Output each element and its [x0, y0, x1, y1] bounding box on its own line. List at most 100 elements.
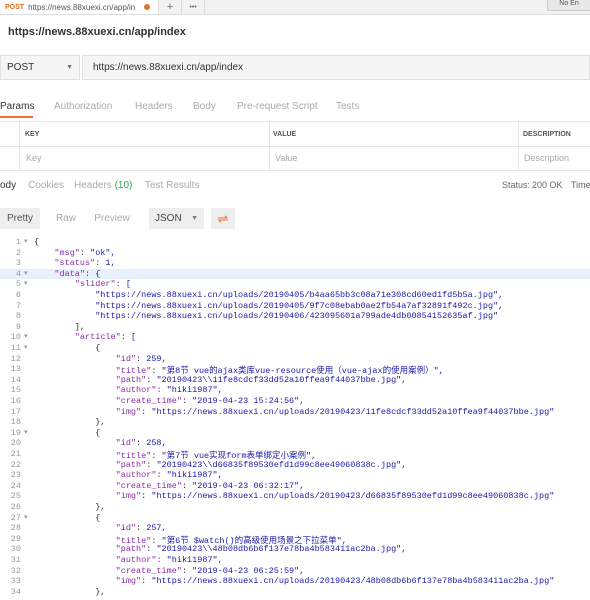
line-number: 13: [10, 364, 21, 375]
line-number: 10: [10, 332, 21, 343]
line-number: 4: [15, 268, 21, 279]
code-text: "https://news.88xuexi.cn/uploads/2019040…: [34, 300, 504, 311]
browser-tab-bar: POST https://news.88xuexi.cn/app/in + ••…: [0, 0, 590, 15]
code-line: 33 "img": "https://news.88xuexi.cn/uploa…: [0, 576, 590, 587]
line-number: 6: [15, 290, 21, 300]
tab-authorization[interactable]: Authorization: [54, 101, 112, 112]
line-number: 2: [15, 247, 21, 258]
value-header: VALUE: [273, 130, 297, 138]
code-text: "data": {: [54, 268, 101, 279]
code-line: 12 "id": 259,: [0, 354, 590, 365]
code-text: "create_time": "2019-04-23 15:24:56",: [115, 396, 305, 406]
line-number: 3: [15, 258, 21, 269]
fold-toggle-icon[interactable]: ▾: [24, 428, 32, 437]
code-line: 23 "author": "hiki1987",: [0, 470, 590, 481]
line-number: 32: [10, 565, 21, 576]
code-text: "status": 1,: [54, 258, 116, 269]
code-text: ],: [34, 321, 86, 332]
code-text: "img": "https://news.88xuexi.cn/uploads/…: [115, 576, 555, 587]
code-text: "img": "https://news.88xuexi.cn/uploads/…: [115, 491, 555, 502]
preview-button[interactable]: Preview: [92, 208, 132, 229]
tab-headers[interactable]: Headers: [135, 101, 173, 112]
url-input[interactable]: https://news.88xuexi.cn/app/index: [82, 55, 590, 80]
tab-response-headers[interactable]: Headers (10): [74, 180, 132, 191]
method-select[interactable]: POST ▼: [0, 55, 80, 80]
code-line: 15 "author": "hiki1987",: [0, 385, 590, 396]
code-text: "id": 257,: [115, 523, 167, 534]
line-number: 31: [10, 555, 21, 565]
line-number: 29: [10, 533, 21, 544]
tab-body[interactable]: Body: [193, 101, 216, 112]
status-value: 200 OK: [532, 180, 563, 190]
code-line: 31 "author": "hiki1987",: [0, 555, 590, 566]
request-bar: POST ▼ https://news.88xuexi.cn/app/index: [0, 55, 590, 80]
fold-toggle-icon[interactable]: ▾: [24, 279, 32, 288]
environment-selector[interactable]: No En: [547, 0, 590, 11]
code-line: 22 "path": "20190423\\d66835f89530efd1d9…: [0, 460, 590, 471]
line-number: 7: [15, 300, 21, 311]
code-line: 11 ▾ {: [0, 343, 590, 354]
table-row: Key Value Description: [0, 146, 590, 170]
line-number: 24: [10, 480, 21, 491]
line-number: 28: [10, 523, 21, 534]
code-text: },: [34, 502, 106, 512]
divider: [518, 122, 519, 170]
code-line: 32 "create_time": "2019-04-23 06:25:59",: [0, 566, 590, 577]
code-line: 14 "path": "20190423\\11fe8cdcf33dd52a10…: [0, 375, 590, 386]
key-input[interactable]: Key: [26, 146, 42, 170]
line-number: 20: [10, 438, 21, 449]
line-number: 21: [10, 449, 21, 459]
pretty-button[interactable]: Pretty: [0, 208, 40, 229]
tab-test-results[interactable]: Test Results: [145, 180, 199, 191]
code-text: "create_time": "2019-04-23 06:32:17",: [115, 480, 305, 491]
fold-toggle-icon[interactable]: ▾: [24, 332, 32, 341]
fold-toggle-icon[interactable]: ▾: [24, 513, 32, 522]
code-line: 3 "status": 1,: [0, 258, 590, 269]
request-title: https://news.88xuexi.cn/app/index: [8, 26, 186, 38]
line-number: 17: [10, 406, 21, 417]
description-input[interactable]: Description: [524, 146, 569, 170]
code-text: {: [34, 512, 101, 523]
fold-toggle-icon[interactable]: ▾: [24, 237, 32, 246]
method-value: POST: [7, 62, 35, 73]
tab-pre-request-script[interactable]: Pre-request Script: [237, 101, 318, 112]
response-body-editor[interactable]: 1 ▾{2 "msg": "ok", 3 "status": 1, 4 ▾ "data"…: [0, 237, 590, 600]
code-text: "path": "20190423\\48b08db6b6f137e78ba4b…: [115, 544, 407, 555]
line-number: 15: [10, 385, 21, 396]
code-line: 10 ▾ "article": [: [0, 332, 590, 343]
value-input[interactable]: Value: [275, 146, 297, 170]
code-line: 21 "title": "第7节 vue实现form表单绑定小案例",: [0, 449, 590, 461]
key-header: KEY: [25, 130, 40, 138]
status-label: Status:: [502, 180, 531, 190]
line-number: 23: [10, 470, 21, 481]
code-text: "author": "hiki1987",: [115, 555, 223, 565]
line-number: 26: [10, 502, 21, 512]
request-tab[interactable]: POST https://news.88xuexi.cn/app/in: [0, 0, 159, 14]
fold-toggle-icon[interactable]: ▾: [24, 343, 32, 352]
tab-url: https://news.88xuexi.cn/app/in: [28, 2, 136, 12]
divider: [269, 122, 270, 170]
url-value: https://news.88xuexi.cn/app/index: [93, 62, 244, 73]
more-tabs-button[interactable]: •••: [182, 0, 205, 14]
tab-response-body[interactable]: ody: [0, 180, 16, 191]
line-number: 5: [15, 279, 21, 290]
line-number: 19: [10, 427, 21, 438]
tab-cookies[interactable]: Cookies: [28, 180, 64, 191]
code-line: 18 },: [0, 417, 590, 428]
wrap-lines-icon[interactable]: ⇌: [211, 208, 235, 229]
code-line: 9 ],: [0, 322, 590, 333]
new-tab-button[interactable]: +: [159, 0, 182, 14]
headers-count: (10): [114, 180, 133, 191]
response-tabs: ody Cookies Headers (10) Test Results St…: [0, 176, 590, 194]
format-select[interactable]: JSON ▼: [149, 208, 204, 229]
line-number: 8: [15, 311, 21, 322]
tab-params[interactable]: Params: [0, 101, 34, 112]
chevron-down-icon: ▼: [66, 64, 73, 71]
code-line: 16 "create_time": "2019-04-23 15:24:56",: [0, 396, 590, 407]
code-line: 20 "id": 258,: [0, 438, 590, 449]
fold-toggle-icon[interactable]: ▾: [24, 269, 32, 278]
raw-button[interactable]: Raw: [52, 208, 80, 229]
line-number: 12: [10, 353, 21, 364]
code-text: },: [34, 586, 106, 597]
tab-tests[interactable]: Tests: [336, 101, 359, 112]
